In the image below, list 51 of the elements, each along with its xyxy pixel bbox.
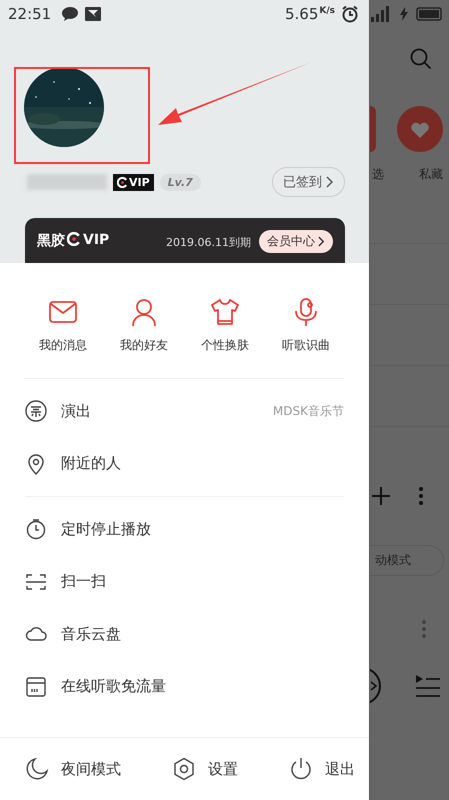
timer-icon — [25, 518, 47, 540]
network-speed: 5.65 — [284, 5, 318, 23]
ticket-icon — [25, 400, 47, 422]
menu-item[interactable]: 扫一扫 — [61, 572, 106, 592]
expiry-date: 2019.06.11到期 — [166, 235, 251, 250]
level-badge: Lv.7 — [160, 174, 201, 190]
chat-icon — [61, 6, 80, 22]
charging-icon — [400, 7, 408, 21]
vip-card-title: 黑胶 — [37, 232, 65, 250]
footer-item[interactable]: 退出 — [325, 760, 355, 778]
menu-item-detail: MDSK音乐节 — [272, 402, 344, 420]
playlist-icon — [415, 674, 441, 698]
alarm-icon — [341, 5, 359, 23]
shortcut-icon[interactable] — [129, 297, 159, 327]
shortcut-label[interactable]: 听歌识曲 — [282, 337, 330, 354]
power-icon[interactable] — [289, 757, 313, 781]
status-time: 22:51 — [8, 5, 52, 23]
shortcut-label[interactable]: 我的消息 — [39, 337, 87, 354]
menu-item[interactable]: 定时停止播放 — [61, 520, 151, 539]
footer-item[interactable]: 夜间模式 — [61, 760, 121, 778]
signal-icon — [370, 6, 392, 22]
chevron-icon — [326, 176, 334, 188]
footer-item[interactable]: 设置 — [208, 760, 238, 778]
checkin-button[interactable]: 已签到 — [272, 167, 345, 197]
vip-card[interactable]: 黑胶 VIP 2019.06.11到期 会员中心 — [25, 218, 345, 263]
more-icon — [422, 620, 426, 638]
mode-chip: 动模式 — [370, 545, 444, 576]
member-center-button[interactable]: 会员中心 — [259, 230, 333, 253]
shortcut-label[interactable]: 个性换肤 — [201, 337, 249, 354]
plus-icon — [372, 487, 390, 505]
chevron-icon — [318, 236, 325, 247]
category-label: 选 — [372, 166, 384, 183]
menu-item[interactable]: 附近的人 — [61, 454, 121, 474]
search-icon — [410, 48, 432, 70]
vinyl-icon — [117, 176, 128, 188]
play-icon — [370, 666, 384, 706]
speed-unit: K/s — [319, 6, 335, 16]
moon-icon[interactable] — [25, 757, 49, 781]
battery-icon — [416, 7, 444, 21]
vip-logo-text: VIP — [83, 232, 110, 248]
image-icon — [85, 7, 102, 21]
shortcut-icon[interactable] — [210, 297, 240, 327]
menu-item[interactable]: 音乐云盘 — [61, 624, 121, 644]
settings-icon[interactable] — [172, 757, 196, 781]
vinyl-icon — [67, 232, 81, 246]
vip-badge: VIP — [113, 174, 154, 190]
more-icon — [419, 487, 423, 505]
shortcut-label[interactable]: 我的好友 — [120, 337, 168, 354]
menu-item[interactable]: 在线听歌免流量 — [61, 677, 166, 696]
category-label: 私藏 — [419, 166, 443, 183]
menu-item[interactable]: 演出 — [61, 402, 91, 421]
